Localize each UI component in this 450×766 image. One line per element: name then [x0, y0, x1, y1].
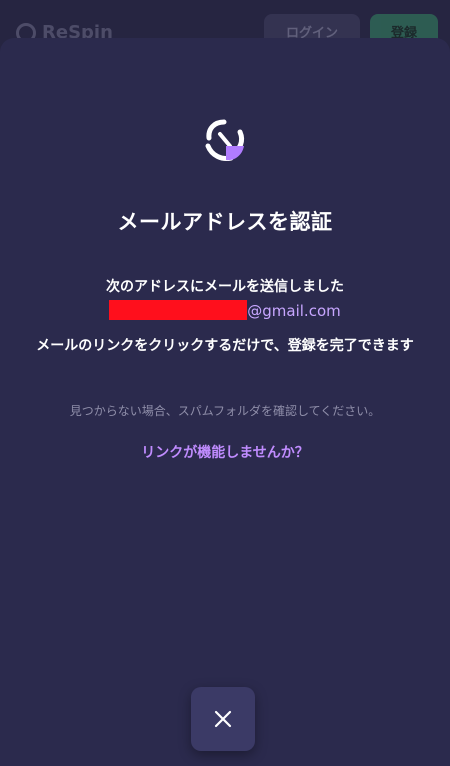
close-button[interactable] [191, 687, 255, 751]
close-icon [214, 710, 232, 728]
redacted-email-local-part [109, 300, 248, 320]
sent-message: 次のアドレスにメールを送信しました [106, 279, 344, 295]
link-not-working-link[interactable]: リンクが機能しませんか？ [0, 442, 450, 462]
modal-title: メールアドレスを認証 [117, 210, 333, 234]
verify-email-modal: メールアドレスを認証 次のアドレスにメールを送信しました @gmail.com … [0, 38, 450, 766]
email-domain: @gmail.com [247, 302, 341, 320]
email-address: @gmail.com [0, 300, 450, 320]
spam-folder-note: 見つからない場合、スパムフォルダを確認してください。 [69, 404, 381, 418]
verification-instruction: メールのリンクをクリックするだけで、登録を完了できます [36, 338, 414, 354]
brand-swirl-icon [205, 119, 245, 161]
